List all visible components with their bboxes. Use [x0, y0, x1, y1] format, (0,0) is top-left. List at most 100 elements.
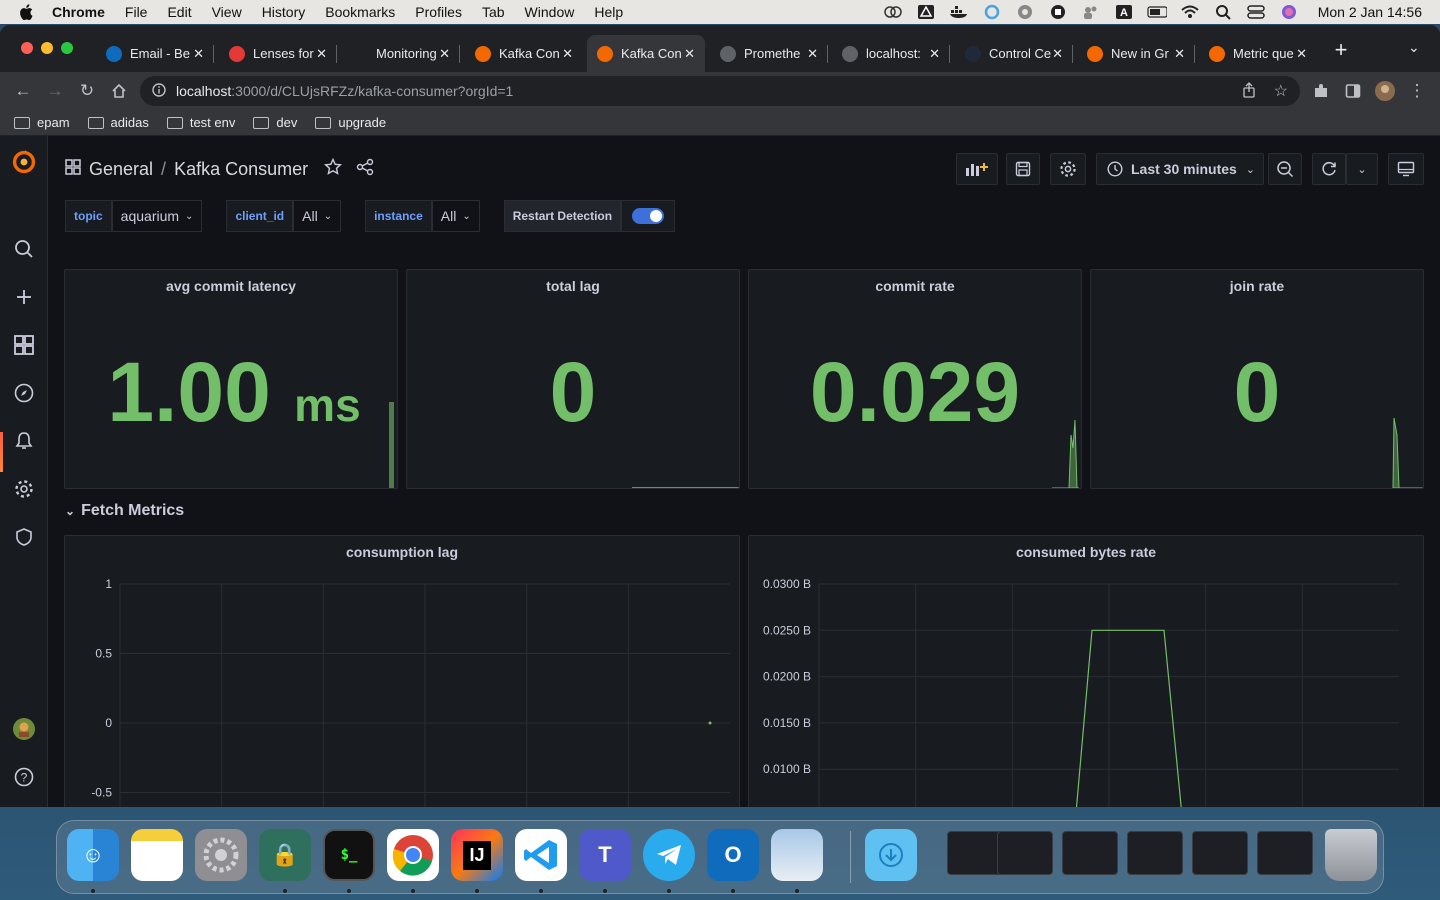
explore-compass-icon[interactable] [12, 381, 36, 405]
create-plus-icon[interactable] [12, 285, 36, 309]
configuration-gear-icon[interactable] [12, 477, 36, 501]
minimized-window-thumbnail[interactable] [1257, 831, 1313, 875]
menubar-clock[interactable]: Mon 2 Jan 14:56 [1318, 4, 1422, 20]
share-page-icon[interactable] [1242, 81, 1256, 101]
tab-search-chevron-icon[interactable]: ⌄ [1408, 39, 1420, 56]
browser-tab[interactable]: Control Ce ✕ [955, 35, 1073, 72]
refresh-button[interactable] [1312, 153, 1346, 185]
menu-edit[interactable]: Edit [157, 4, 201, 20]
reload-icon[interactable]: ↻ [72, 76, 102, 106]
share-icon[interactable] [356, 158, 374, 181]
close-window-button[interactable] [21, 42, 33, 54]
bookmark-folder-epam[interactable]: epam [14, 115, 70, 130]
close-tab-icon[interactable]: ✕ [684, 46, 695, 62]
menu-app-name[interactable]: Chrome [42, 4, 115, 20]
menu-profiles[interactable]: Profiles [405, 4, 472, 20]
browser-tab[interactable]: Email - Be ✕ [96, 35, 214, 72]
browser-tab[interactable]: Lenses for ✕ [219, 35, 337, 72]
vpn-icon[interactable] [1015, 4, 1035, 20]
minimize-window-button[interactable] [41, 42, 53, 54]
dashboards-grid-icon[interactable] [12, 333, 36, 357]
refresh-interval-dropdown[interactable]: ⌄ [1346, 153, 1378, 185]
panel-avg-commit-latency[interactable]: avg commit latency 1.00 ms [64, 269, 398, 489]
restart-detection-toggle[interactable] [632, 208, 665, 224]
minimized-window-thumbnail[interactable] [1192, 831, 1248, 875]
control-center-icon[interactable] [1246, 4, 1266, 20]
close-tab-icon[interactable]: ✕ [1296, 46, 1307, 62]
search-icon[interactable] [12, 237, 36, 261]
downloads-folder-icon[interactable] [865, 829, 917, 881]
bookmark-folder-test-env[interactable]: test env [166, 115, 235, 130]
close-tab-icon[interactable]: ✕ [316, 46, 327, 62]
panel-consumption-lag[interactable]: consumption lag 1 0.5 0 -0.5 [64, 535, 740, 807]
menu-help[interactable]: Help [584, 4, 633, 20]
minimized-window-thumbnail[interactable] [997, 831, 1053, 875]
close-tab-icon[interactable]: ✕ [929, 46, 940, 62]
tv-mode-button[interactable] [1388, 153, 1424, 185]
close-tab-icon[interactable]: ✕ [193, 46, 204, 62]
menu-view[interactable]: View [202, 4, 252, 20]
dashboard-settings-button[interactable] [1050, 153, 1086, 185]
chrome-menu-kebab-icon[interactable]: ⋮ [1402, 76, 1432, 106]
panel-join-rate[interactable]: join rate 0 [1090, 269, 1424, 489]
forward-arrow-icon[interactable]: → [40, 76, 70, 106]
trash-icon[interactable] [1325, 829, 1377, 881]
creative-cloud-icon[interactable] [883, 4, 903, 20]
folder-link[interactable]: General [89, 159, 153, 180]
panel-commit-rate[interactable]: commit rate 0.029 [748, 269, 1082, 489]
extensions-puzzle-icon[interactable] [1306, 76, 1336, 106]
terminal-icon[interactable]: $_ [323, 829, 375, 881]
app-icon[interactable] [1048, 4, 1068, 20]
time-range-picker[interactable]: Last 30 minutes ⌄ [1096, 153, 1264, 185]
browser-tab[interactable]: localhost: ✕ [832, 35, 950, 72]
bookmark-folder-adidas[interactable]: adidas [87, 115, 149, 130]
site-info-icon[interactable] [152, 82, 166, 100]
vpn-client-icon[interactable]: 🔒 [259, 829, 311, 881]
browser-tab[interactable]: Monitoring ✕ [342, 35, 460, 72]
minimized-window-thumbnail[interactable] [1062, 831, 1118, 875]
docker-icon[interactable] [949, 4, 969, 20]
teams-icon[interactable] [1081, 4, 1101, 20]
menu-history[interactable]: History [252, 4, 316, 20]
browser-tab[interactable]: Metric que ✕ [1199, 35, 1317, 72]
finder-icon[interactable]: ☺ [67, 829, 119, 881]
preview-icon[interactable] [771, 829, 823, 881]
panel-consumed-bytes-rate[interactable]: consumed bytes rate 0.0300 B 0.0250 B 0.02… [748, 535, 1424, 807]
spotlight-icon[interactable] [1213, 4, 1233, 20]
home-icon[interactable] [104, 76, 134, 106]
profile-avatar[interactable] [1370, 76, 1400, 106]
browser-tab[interactable]: New in Gr ✕ [1077, 35, 1195, 72]
row-header-fetch-metrics[interactable]: ⌄ Fetch Metrics [65, 502, 184, 520]
dashboard-grid-icon[interactable] [65, 159, 81, 180]
minimized-window-thumbnail[interactable] [947, 831, 1003, 875]
alerting-bell-icon[interactable] [12, 429, 36, 453]
keyboard-input-icon[interactable]: A [1114, 4, 1134, 20]
close-tab-icon[interactable]: ✕ [439, 46, 450, 62]
bookmark-star-icon[interactable]: ☆ [1274, 81, 1288, 101]
close-tab-icon[interactable]: ✕ [562, 46, 573, 62]
bookmark-folder-upgrade[interactable]: upgrade [315, 115, 386, 130]
favorite-star-icon[interactable] [324, 157, 343, 181]
menu-file[interactable]: File [115, 4, 158, 20]
zoom-window-button[interactable] [61, 42, 73, 54]
notes-icon[interactable] [131, 829, 183, 881]
variable-select-topic[interactable]: aquarium ⌄ [111, 200, 203, 232]
system-preferences-icon[interactable] [195, 829, 247, 881]
side-panel-icon[interactable] [1338, 76, 1368, 106]
address-bar[interactable]: localhost:3000/d/CLUjsRFZz/kafka-consume… [140, 76, 1300, 106]
help-question-icon[interactable]: ? [12, 765, 36, 789]
back-arrow-icon[interactable]: ← [8, 76, 38, 106]
server-admin-shield-icon[interactable] [12, 525, 36, 549]
sync-icon[interactable] [982, 4, 1002, 20]
intellij-icon[interactable]: IJ [451, 829, 503, 881]
panel-total-lag[interactable]: total lag 0 [406, 269, 740, 489]
variable-select-client-id[interactable]: All ⌄ [293, 200, 342, 232]
menu-tab[interactable]: Tab [472, 4, 515, 20]
teams-icon[interactable]: T [579, 829, 631, 881]
outlook-icon[interactable]: O [707, 829, 759, 881]
telegram-icon[interactable] [643, 829, 695, 881]
browser-tab[interactable]: Kafka Con ✕ [465, 35, 583, 72]
close-tab-icon[interactable]: ✕ [1174, 46, 1185, 62]
user-avatar[interactable] [12, 717, 36, 741]
browser-tab[interactable]: Promethe ✕ [710, 35, 828, 72]
